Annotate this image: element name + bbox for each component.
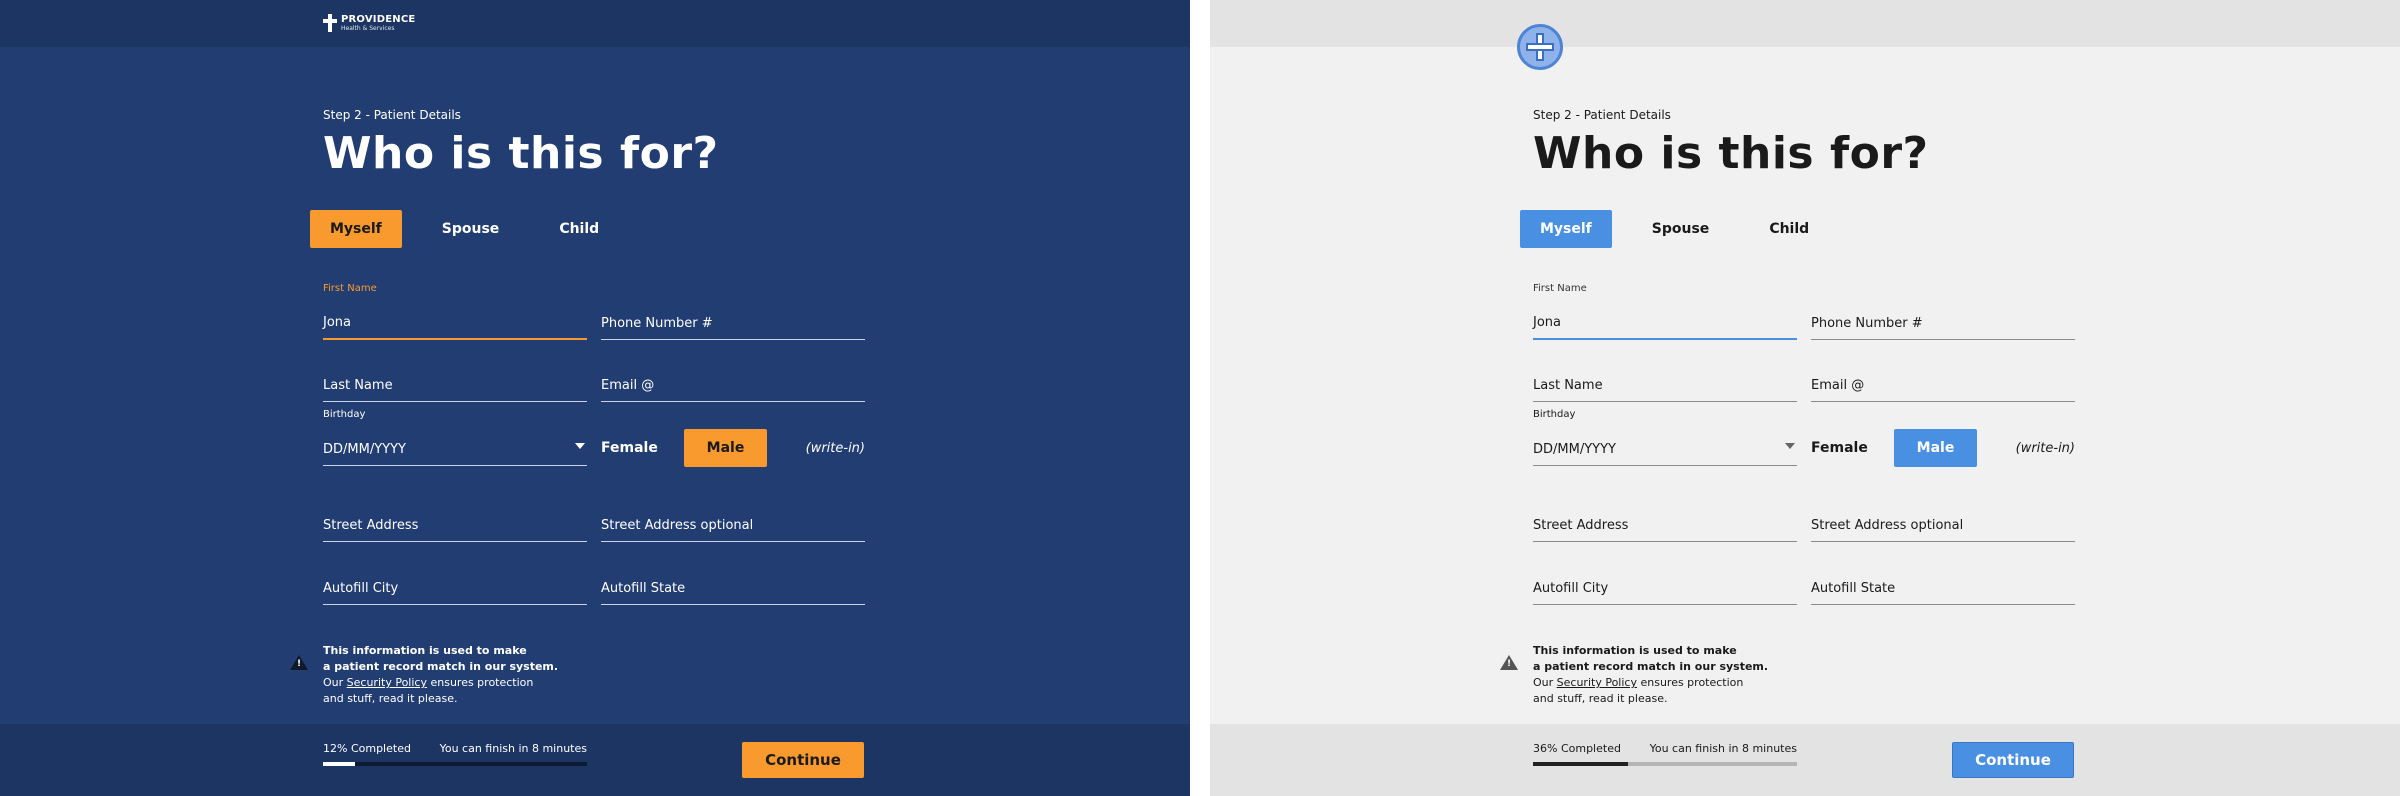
gender-writein-option[interactable]: (write-in) — [806, 441, 865, 456]
continue-button[interactable]: Continue — [1952, 742, 2074, 778]
first-name-field[interactable]: First Name Jona — [1533, 283, 1797, 340]
state-field[interactable]: Autofill State — [1811, 573, 2075, 605]
tab-myself[interactable]: Myself — [1520, 210, 1612, 248]
state-placeholder: Autofill State — [1811, 581, 1896, 596]
street-address-field[interactable]: Street Address — [1533, 510, 1797, 542]
tab-spouse[interactable]: Spouse — [1632, 210, 1730, 248]
progress-fill — [1533, 762, 1629, 766]
email-placeholder: Email @ — [1811, 378, 1865, 393]
street-address-placeholder: Street Address — [1533, 518, 1629, 533]
tab-child[interactable]: Child — [1749, 210, 1829, 248]
notice-line-1: This information is used to make — [1533, 644, 1737, 657]
gender-male-option[interactable]: Male — [684, 429, 767, 467]
page-title: Who is this for? — [323, 128, 719, 179]
notice-line-2: a patient record match in our system. — [323, 660, 559, 673]
security-policy-link[interactable]: Security Policy — [1557, 676, 1637, 689]
notice-line-2: a patient record match in our system. — [1533, 660, 1769, 673]
brand-subtitle: Health & Services — [341, 24, 395, 32]
progress-bar — [1533, 762, 1797, 766]
cross-icon — [323, 14, 337, 32]
providence-logo[interactable]: PROVIDENCE Health & Services — [323, 14, 415, 32]
email-field[interactable]: Email @ — [1811, 370, 2075, 402]
gender-female-option[interactable]: Female — [1811, 440, 1894, 456]
warning-icon: ! — [1500, 655, 1518, 670]
patient-tabs: Myself Spouse Child — [1520, 210, 1829, 248]
tab-spouse[interactable]: Spouse — [422, 210, 520, 248]
gender-selector: Female Male (write-in) — [1811, 428, 2075, 468]
cross-circle-icon[interactable] — [1517, 24, 1563, 70]
top-bar — [1210, 0, 2400, 47]
gender-writein-option[interactable]: (write-in) — [2016, 441, 2075, 456]
tab-child[interactable]: Child — [539, 210, 619, 248]
street-address-optional-placeholder: Street Address optional — [1811, 518, 1964, 533]
chevron-down-icon — [1785, 443, 1795, 449]
chevron-down-icon — [575, 443, 585, 449]
state-placeholder: Autofill State — [601, 581, 686, 596]
phone-field[interactable]: Phone Number # — [601, 308, 865, 340]
notice-line-3-post: ensures protection — [430, 676, 534, 689]
light-variant-panel: Step 2 - Patient Details Who is this for… — [1210, 0, 2400, 796]
privacy-notice: This information is used to make a patie… — [1533, 643, 1768, 707]
gender-female-option[interactable]: Female — [601, 440, 684, 456]
notice-line-1: This information is used to make — [323, 644, 527, 657]
phone-field[interactable]: Phone Number # — [1811, 308, 2075, 340]
street-address-placeholder: Street Address — [323, 518, 419, 533]
notice-line-3-pre: Our — [323, 676, 344, 689]
phone-placeholder: Phone Number # — [1811, 316, 1923, 331]
email-field[interactable]: Email @ — [601, 370, 865, 402]
phone-placeholder: Phone Number # — [601, 316, 713, 331]
dark-variant-panel: PROVIDENCE Health & Services Step 2 - Pa… — [0, 0, 1190, 796]
privacy-notice: This information is used to make a patie… — [323, 643, 558, 707]
page-title: Who is this for? — [1533, 128, 1929, 179]
gender-male-option[interactable]: Male — [1894, 429, 1977, 467]
birthday-dropdown[interactable]: Birthday DD/MM/YYYY — [1533, 409, 1797, 466]
tab-myself[interactable]: Myself — [310, 210, 402, 248]
notice-line-4: and stuff, read it please. — [323, 692, 458, 705]
first-name-value: Jona — [323, 315, 351, 330]
city-field[interactable]: Autofill City — [323, 573, 587, 605]
street-address-optional-field[interactable]: Street Address optional — [601, 510, 865, 542]
patient-tabs: Myself Spouse Child — [310, 210, 619, 248]
birthday-placeholder: DD/MM/YYYY — [1533, 442, 1616, 457]
last-name-placeholder: Last Name — [323, 378, 393, 393]
progress-bar — [323, 762, 587, 766]
bottom-bar: 36% Completed You can finish in 8 minute… — [1210, 724, 2400, 796]
bottom-bar: 12% Completed You can finish in 8 minute… — [0, 724, 1190, 796]
notice-line-3-pre: Our — [1533, 676, 1554, 689]
first-name-label: First Name — [1533, 283, 1587, 294]
street-address-optional-field[interactable]: Street Address optional — [1811, 510, 2075, 542]
first-name-label: First Name — [323, 283, 377, 294]
eta-label: You can finish in 8 minutes — [439, 742, 587, 755]
warning-icon: ! — [290, 655, 308, 670]
security-policy-link[interactable]: Security Policy — [347, 676, 427, 689]
last-name-field[interactable]: Last Name — [1533, 370, 1797, 402]
street-address-optional-placeholder: Street Address optional — [601, 518, 754, 533]
city-placeholder: Autofill City — [323, 581, 399, 596]
progress-fill — [323, 762, 355, 766]
last-name-field[interactable]: Last Name — [323, 370, 587, 402]
city-placeholder: Autofill City — [1533, 581, 1609, 596]
email-placeholder: Email @ — [601, 378, 655, 393]
birthday-label: Birthday — [1533, 409, 1576, 420]
first-name-value: Jona — [1533, 315, 1561, 330]
last-name-placeholder: Last Name — [1533, 378, 1603, 393]
notice-line-3-post: ensures protection — [1640, 676, 1744, 689]
step-label: Step 2 - Patient Details — [1533, 108, 1671, 122]
street-address-field[interactable]: Street Address — [323, 510, 587, 542]
first-name-field[interactable]: First Name Jona — [323, 283, 587, 340]
eta-label: You can finish in 8 minutes — [1649, 742, 1797, 755]
notice-line-4: and stuff, read it please. — [1533, 692, 1668, 705]
top-bar: PROVIDENCE Health & Services — [0, 0, 1190, 47]
birthday-label: Birthday — [323, 409, 366, 420]
state-field[interactable]: Autofill State — [601, 573, 865, 605]
city-field[interactable]: Autofill City — [1533, 573, 1797, 605]
continue-button[interactable]: Continue — [742, 742, 864, 778]
gender-selector: Female Male (write-in) — [601, 428, 865, 468]
step-label: Step 2 - Patient Details — [323, 108, 461, 122]
birthday-dropdown[interactable]: Birthday DD/MM/YYYY — [323, 409, 587, 466]
birthday-placeholder: DD/MM/YYYY — [323, 442, 406, 457]
brand-name: PROVIDENCE — [341, 13, 416, 25]
